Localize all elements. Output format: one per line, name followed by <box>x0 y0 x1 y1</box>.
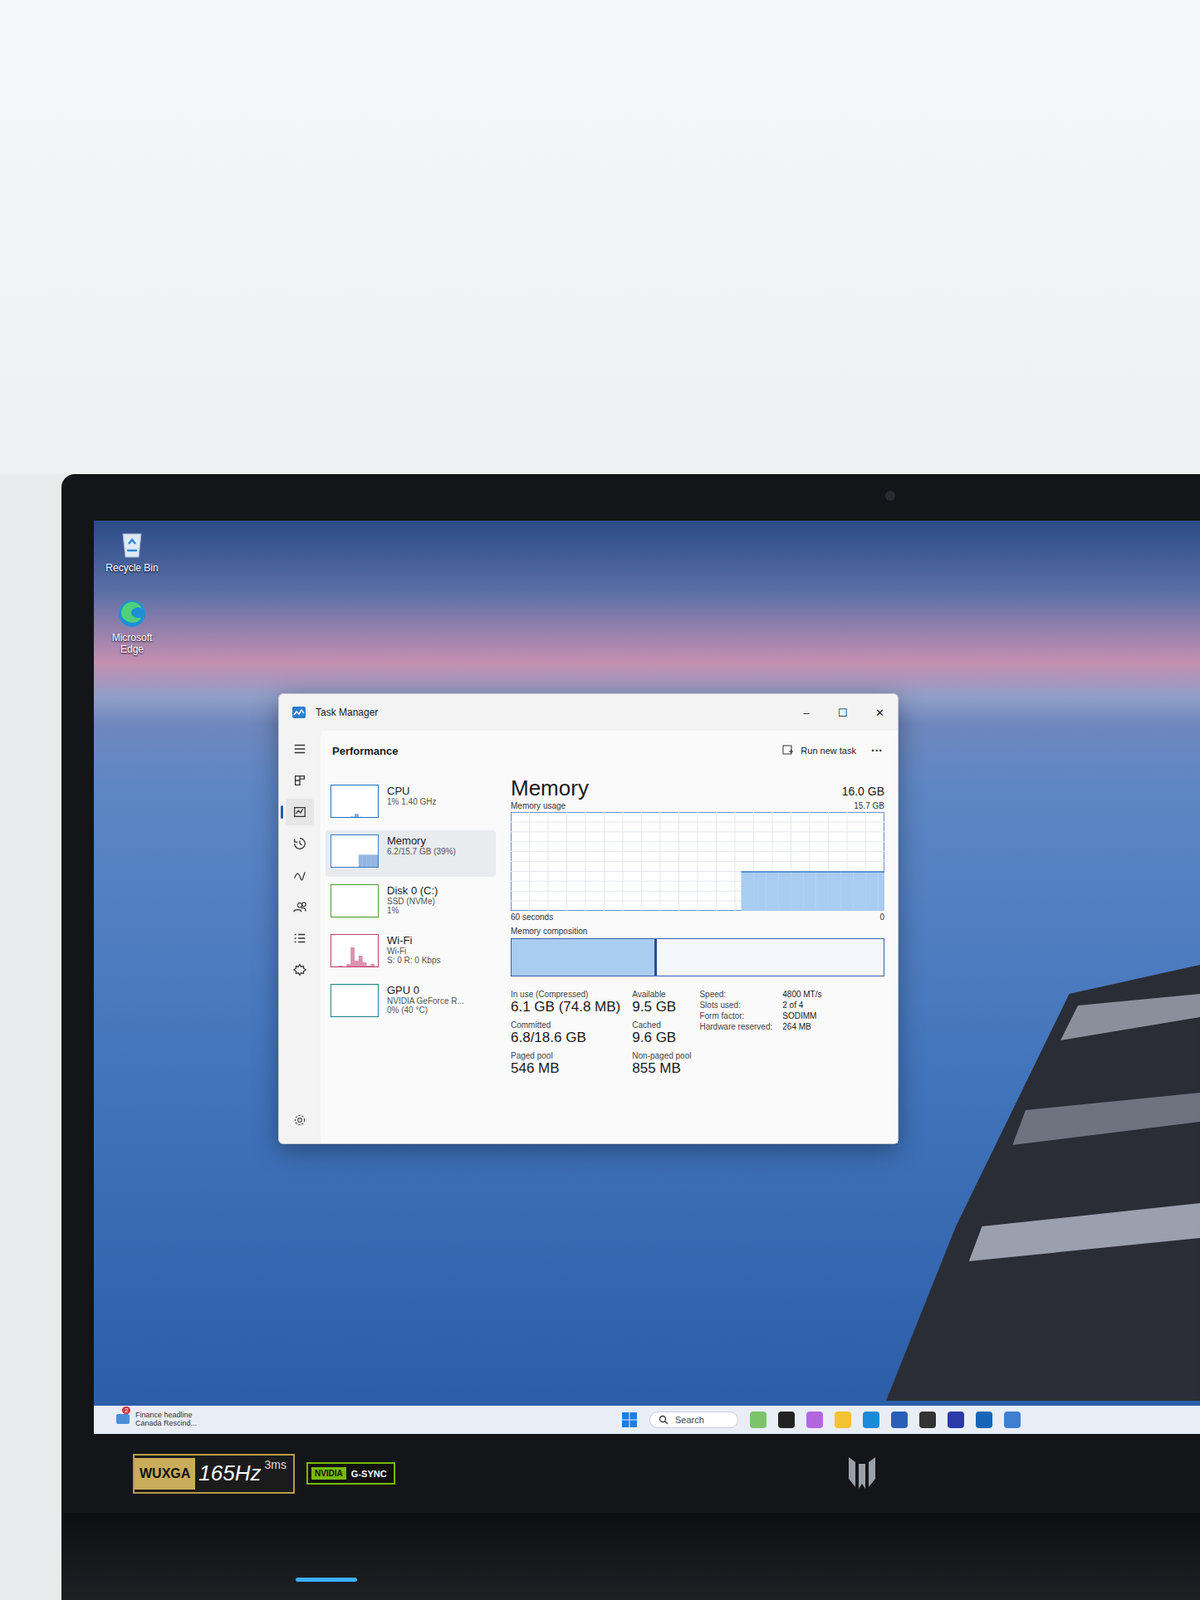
taskbar-app-icon[interactable] <box>891 1411 908 1429</box>
gear-icon <box>293 1113 307 1127</box>
run-task-icon <box>782 744 794 757</box>
nav-icon <box>292 962 308 978</box>
taskbar-app-icon[interactable] <box>806 1411 823 1429</box>
resource-graph <box>330 834 379 868</box>
resource-graph <box>330 884 379 918</box>
desktop-icon[interactable]: Microsoft Edge <box>100 598 164 656</box>
memory-usage-chart <box>510 812 885 912</box>
memory-composition-bar <box>510 938 885 977</box>
bezel: Recycle Bin Microsoft Edge Task Manager … <box>61 474 1200 1435</box>
stat: Committed 6.8/18.6 GB <box>510 1020 621 1047</box>
nav-icon <box>292 836 308 852</box>
nav-item[interactable] <box>285 956 314 984</box>
nav-icon <box>292 930 308 946</box>
nav-icon <box>292 899 308 915</box>
stat: Cached 9.6 GB <box>631 1020 691 1047</box>
resource-item[interactable]: Memory 6.2/15.7 GB (39%) <box>325 830 496 877</box>
start-icon[interactable] <box>621 1411 638 1429</box>
camera-icon <box>885 490 896 501</box>
nav-item[interactable] <box>285 862 314 889</box>
taskbar-app-icon[interactable] <box>862 1411 880 1429</box>
resource-item[interactable]: CPU 1% 1.40 GHz <box>325 780 496 828</box>
nav-icon <box>292 867 308 883</box>
taskbar-app-icon[interactable] <box>919 1411 936 1429</box>
photo: Recycle Bin Microsoft Edge Task Manager … <box>0 0 1200 1600</box>
gpu-badge: NVIDIA G-SYNC <box>306 1462 396 1485</box>
wall <box>0 0 1200 475</box>
nav-item[interactable] <box>285 830 314 858</box>
stat: Non-paged pool 855 MB <box>631 1051 691 1078</box>
memory-stats: In use (Compressed) 6.1 GB (74.8 MB) Avai… <box>510 989 691 1078</box>
nav-item[interactable] <box>285 735 314 763</box>
taskbar-app-icon[interactable] <box>749 1411 767 1429</box>
nav-item[interactable] <box>285 767 314 794</box>
laptop: Recycle Bin Microsoft Edge Task Manager … <box>61 474 1200 1600</box>
screen: Recycle Bin Microsoft Edge Task Manager … <box>93 520 1200 1435</box>
page-header: Performance Run new task ··· <box>320 730 898 771</box>
pier-icon <box>851 819 1200 1401</box>
resource-graph <box>330 934 379 968</box>
taskbar-app-icon[interactable] <box>834 1411 852 1429</box>
stat: In use (Compressed) 6.1 GB (74.8 MB) <box>510 989 621 1016</box>
task-manager-window[interactable]: Task Manager –☐✕ Performance Run new tas… <box>278 693 899 1145</box>
desktop-icons: Recycle Bin Microsoft Edge <box>100 528 164 656</box>
taskbar-app-icon[interactable] <box>975 1411 993 1429</box>
run-new-task-button[interactable]: Run new task <box>782 744 857 757</box>
title-bar: Task Manager –☐✕ <box>279 694 898 731</box>
nav-icon <box>292 773 308 789</box>
nav-icon <box>292 804 308 820</box>
news-widget[interactable]: 2 Finance headlineCanada Rescind... <box>115 1411 197 1429</box>
desktop-icon[interactable]: Recycle Bin <box>100 528 164 574</box>
resource-item[interactable]: Wi-Fi Wi-FiS: 0 R: 0 Kbps <box>325 930 496 977</box>
taskbar-app-icon[interactable] <box>1004 1411 1021 1429</box>
resource-graph <box>330 784 379 818</box>
taskbar-app-icon[interactable] <box>947 1411 965 1429</box>
display-badge: WUXGA 165Hz 3ms <box>132 1454 295 1494</box>
memory-specs: Speed: 4800 MT/sSlots used: 2 of 4Form f… <box>699 989 822 1078</box>
stat: Available 9.5 GB <box>631 989 691 1016</box>
window-control[interactable]: ☐ <box>824 706 862 720</box>
resource-item[interactable]: GPU 0 NVIDIA GeForce R...0% (40 °C) <box>325 979 496 1027</box>
nav-rail <box>279 730 321 1144</box>
nav-icon <box>292 741 308 757</box>
task-manager-icon <box>292 706 306 719</box>
recycle-bin-icon <box>118 528 146 559</box>
window-control[interactable]: – <box>788 706 825 720</box>
predator-logo-icon <box>845 1454 879 1491</box>
more-button[interactable]: ··· <box>871 744 883 758</box>
resource-graph <box>330 984 379 1018</box>
nav-item[interactable] <box>285 893 314 921</box>
stat: Paged pool 546 MB <box>510 1051 621 1078</box>
settings-button[interactable] <box>285 1106 314 1134</box>
power-light <box>295 1577 358 1583</box>
taskbar-search[interactable]: Search <box>649 1411 739 1429</box>
memory-detail: Memory 16.0 GB Memory usage 15.7 GB 60 s… <box>510 770 885 1078</box>
nav-item[interactable] <box>285 925 314 952</box>
bottom-bezel: WUXGA 165Hz 3ms NVIDIA G-SYNC <box>61 1434 1200 1514</box>
taskbar: 2 Finance headlineCanada Rescind... Sear… <box>93 1405 1200 1435</box>
taskbar-app-icon[interactable] <box>778 1411 795 1429</box>
keyboard-deck <box>61 1513 1200 1600</box>
desktop: Recycle Bin Microsoft Edge Task Manager … <box>93 520 1200 1406</box>
edge-icon <box>117 598 147 629</box>
nav-item[interactable] <box>285 798 314 826</box>
resource-item[interactable]: Disk 0 (C:) SSD (NVMe)1% <box>325 880 496 927</box>
resource-list: CPU 1% 1.40 GHz Memory 6.2/15.7 GB (39%)… <box>325 770 496 1078</box>
search-icon <box>658 1415 669 1426</box>
window-control[interactable]: ✕ <box>861 706 898 720</box>
